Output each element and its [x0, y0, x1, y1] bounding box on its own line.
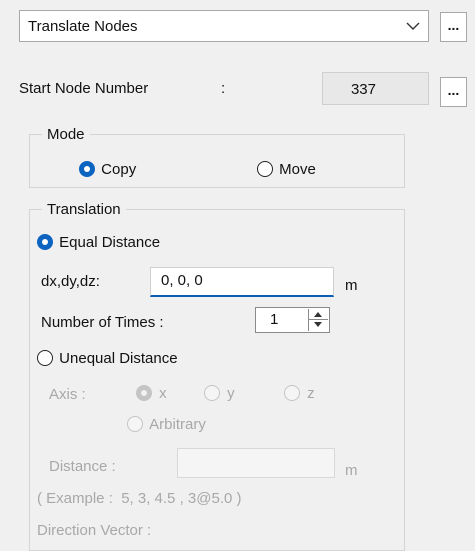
operation-more-button[interactable]: ...: [440, 12, 467, 42]
unequal-distance-radio[interactable]: Unequal Distance: [37, 350, 178, 367]
mode-copy-radio[interactable]: Copy: [79, 161, 136, 178]
radio-unselected-icon: [257, 161, 273, 177]
start-node-more-button[interactable]: ...: [440, 77, 467, 107]
axis-x-radio[interactable]: x: [136, 385, 167, 402]
distance-unit: m: [345, 462, 358, 479]
mode-move-radio[interactable]: Move: [257, 161, 316, 178]
number-of-times-value: 1: [270, 311, 279, 328]
spin-buttons[interactable]: [308, 309, 328, 331]
start-node-more-label: ...: [447, 82, 460, 98]
distance-input[interactable]: [177, 448, 335, 478]
distance-label: Distance :: [49, 458, 116, 475]
mode-legend: Mode: [47, 126, 85, 143]
radio-unselected-icon: [204, 385, 220, 401]
start-node-colon: :: [221, 80, 226, 97]
radio-unselected-icon: [127, 416, 143, 432]
start-node-value: 337: [350, 81, 376, 98]
operation-dropdown[interactable]: Translate Nodes: [19, 10, 429, 42]
dxdydz-unit: m: [345, 277, 358, 294]
spin-down-button[interactable]: [309, 320, 328, 331]
radio-unselected-icon: [284, 385, 300, 401]
mode-group: Mode: [29, 126, 405, 188]
radio-selected-icon: [136, 385, 152, 401]
number-of-times-label: Number of Times :: [41, 314, 164, 331]
axis-y-label: y: [227, 385, 235, 402]
radio-unselected-icon: [37, 350, 53, 366]
chevron-down-icon: [406, 22, 420, 30]
triangle-up-icon: [314, 312, 322, 317]
start-node-field[interactable]: 337: [322, 72, 429, 105]
number-of-times-stepper[interactable]: 1: [255, 307, 330, 333]
equal-distance-radio[interactable]: Equal Distance: [37, 234, 160, 251]
axis-arbitrary-label: Arbitrary: [149, 416, 206, 433]
translation-legend: Translation: [47, 201, 121, 218]
operation-dropdown-value: Translate Nodes: [28, 18, 138, 35]
dxdydz-input[interactable]: 0, 0, 0: [150, 267, 334, 297]
triangle-down-icon: [314, 322, 322, 327]
axis-label: Axis :: [49, 386, 86, 403]
distance-example-text: ( Example : 5, 3, 4.5 , 3@5.0 ): [37, 490, 242, 507]
dxdydz-label: dx,dy,dz:: [41, 273, 100, 290]
axis-arbitrary-radio[interactable]: Arbitrary: [127, 416, 206, 433]
spin-up-button[interactable]: [309, 309, 328, 320]
start-node-label: Start Node Number: [19, 80, 149, 97]
axis-z-radio[interactable]: z: [284, 385, 315, 402]
axis-z-label: z: [307, 385, 315, 402]
radio-selected-icon: [79, 161, 95, 177]
unequal-distance-label: Unequal Distance: [59, 350, 178, 367]
radio-selected-icon: [37, 234, 53, 250]
operation-more-label: ...: [447, 17, 460, 33]
axis-y-radio[interactable]: y: [204, 385, 235, 402]
direction-vector-label: Direction Vector :: [37, 522, 152, 539]
dxdydz-value: 0, 0, 0: [161, 272, 203, 289]
mode-copy-label: Copy: [101, 161, 137, 178]
mode-move-label: Move: [279, 161, 316, 178]
axis-x-label: x: [159, 385, 167, 402]
equal-distance-label: Equal Distance: [59, 234, 161, 251]
